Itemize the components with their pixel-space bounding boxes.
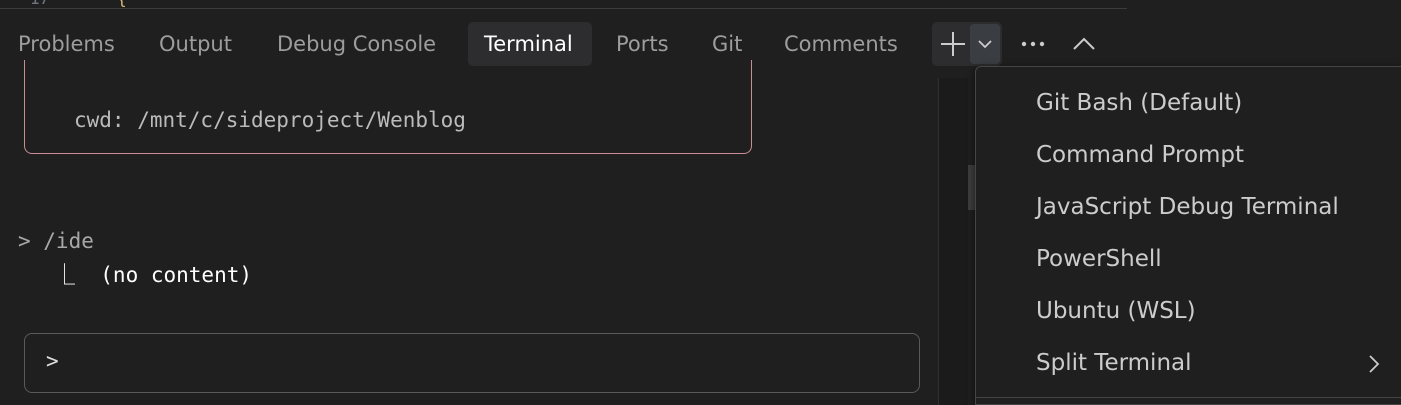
menu-item-powershell[interactable]: PowerShell bbox=[976, 233, 1401, 285]
menu-item-label: PowerShell bbox=[1036, 246, 1162, 272]
menu-item-ubuntu-wsl[interactable]: Ubuntu (WSL) bbox=[976, 285, 1401, 337]
new-terminal-split-button bbox=[932, 22, 1002, 66]
result-line: ⎿ (no content) bbox=[54, 263, 253, 287]
prompt-input-box[interactable] bbox=[24, 333, 920, 393]
menu-item-label: Command Prompt bbox=[1036, 142, 1245, 168]
menu-item-label: JavaScript Debug Terminal bbox=[1036, 194, 1339, 220]
panel-border bbox=[0, 8, 1127, 9]
scrollbar-thumb[interactable] bbox=[968, 165, 975, 210]
editor-fragment: 17 { bbox=[0, 0, 1127, 8]
info-box bbox=[24, 60, 752, 154]
menu-item-label: Ubuntu (WSL) bbox=[1036, 298, 1196, 324]
menu-item-label: Git Bash (Default) bbox=[1036, 90, 1243, 116]
input-prompt: > bbox=[46, 349, 59, 373]
tab-comments[interactable]: Comments bbox=[768, 22, 918, 66]
menu-separator bbox=[976, 397, 1401, 398]
menu-item-command-prompt[interactable]: Command Prompt bbox=[976, 129, 1401, 181]
command-line: > /ide bbox=[18, 229, 94, 253]
menu-item-label: Split Terminal bbox=[1036, 350, 1192, 376]
launch-profile-button[interactable] bbox=[970, 24, 1000, 64]
line-number: 17 bbox=[30, 0, 49, 8]
chevron-up-icon[interactable] bbox=[1064, 22, 1104, 66]
chevron-right-icon bbox=[1368, 337, 1380, 389]
cwd-line: cwd: /mnt/c/sideproject/Wenblog bbox=[74, 108, 466, 132]
menu-item-split-terminal[interactable]: Split Terminal bbox=[976, 337, 1401, 389]
launch-profile-menu: Git Bash (Default) Command Prompt JavaSc… bbox=[975, 66, 1401, 405]
menu-item-git-bash[interactable]: Git Bash (Default) bbox=[976, 77, 1401, 129]
code-brace: { bbox=[117, 0, 127, 8]
plus-icon[interactable] bbox=[936, 22, 970, 66]
menu-item-javascript-debug-terminal[interactable]: JavaScript Debug Terminal bbox=[976, 181, 1401, 233]
terminal-scrollbar[interactable] bbox=[938, 78, 968, 405]
chevron-down-icon bbox=[970, 24, 1000, 64]
ellipsis-icon[interactable] bbox=[1013, 22, 1053, 66]
